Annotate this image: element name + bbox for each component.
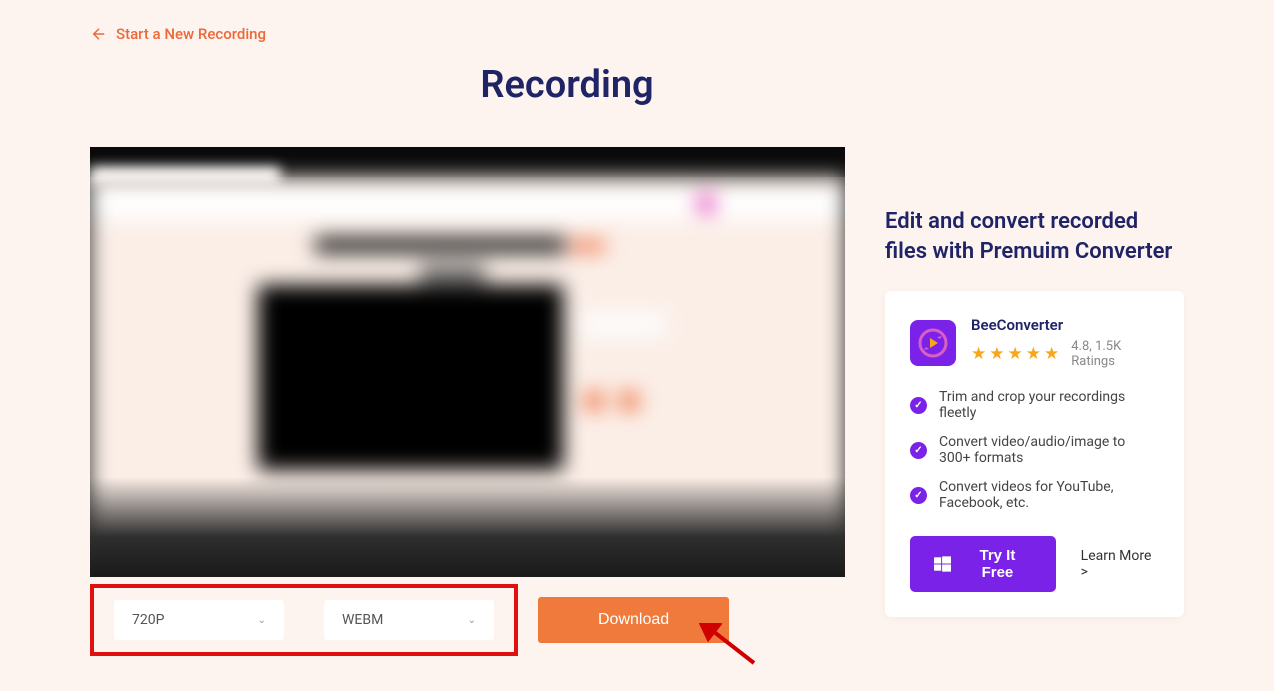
download-button[interactable]: Download <box>538 597 729 643</box>
start-new-recording-link[interactable]: Start a New Recording <box>90 25 1184 43</box>
star-icon: ★ <box>1008 344 1023 364</box>
resolution-value: 720P <box>132 612 164 628</box>
resolution-select[interactable]: 720P ⌄ <box>114 600 284 640</box>
feature-text: Convert videos for YouTube, Facebook, et… <box>939 479 1159 511</box>
product-name: BeeConverter <box>971 316 1159 334</box>
feature-item: Convert videos for YouTube, Facebook, et… <box>910 479 1159 511</box>
try-free-button[interactable]: Try It Free <box>910 536 1056 592</box>
chevron-down-icon: ⌄ <box>258 615 266 626</box>
back-link-label: Start a New Recording <box>116 25 266 43</box>
promo-heading: Edit and convert recorded files with Pre… <box>885 207 1184 266</box>
feature-item: Convert video/audio/image to 300+ format… <box>910 434 1159 466</box>
chevron-down-icon: ⌄ <box>468 615 476 626</box>
feature-item: Trim and crop your recordings fleetly <box>910 389 1159 421</box>
rating-stars: ★ ★ ★ ★ ★ <box>971 344 1059 364</box>
beeconverter-icon <box>910 320 956 366</box>
page-title: Recording <box>0 63 1184 107</box>
star-icon: ★ <box>1026 344 1041 364</box>
learn-more-link[interactable]: Learn More > <box>1081 548 1159 580</box>
star-icon: ★ <box>989 344 1004 364</box>
star-icon: ★ <box>1044 344 1059 364</box>
windows-icon <box>934 555 951 573</box>
format-select[interactable]: WEBM ⌄ <box>324 600 494 640</box>
try-button-label: Try It Free <box>963 547 1031 581</box>
feature-text: Convert video/audio/image to 300+ format… <box>939 434 1159 466</box>
arrow-left-icon <box>90 25 108 43</box>
video-preview[interactable] <box>90 147 845 577</box>
feature-text: Trim and crop your recordings fleetly <box>939 389 1159 421</box>
format-value: WEBM <box>342 612 383 628</box>
rating-text: 4.8, 1.5K Ratings <box>1071 339 1159 369</box>
promo-card: BeeConverter ★ ★ ★ ★ ★ 4.8, 1.5K Ratings <box>885 291 1184 617</box>
format-selectors-highlight: 720P ⌄ WEBM ⌄ <box>90 584 518 656</box>
check-icon <box>910 487 927 504</box>
check-icon <box>910 397 927 414</box>
star-icon: ★ <box>971 344 986 364</box>
check-icon <box>910 442 927 459</box>
